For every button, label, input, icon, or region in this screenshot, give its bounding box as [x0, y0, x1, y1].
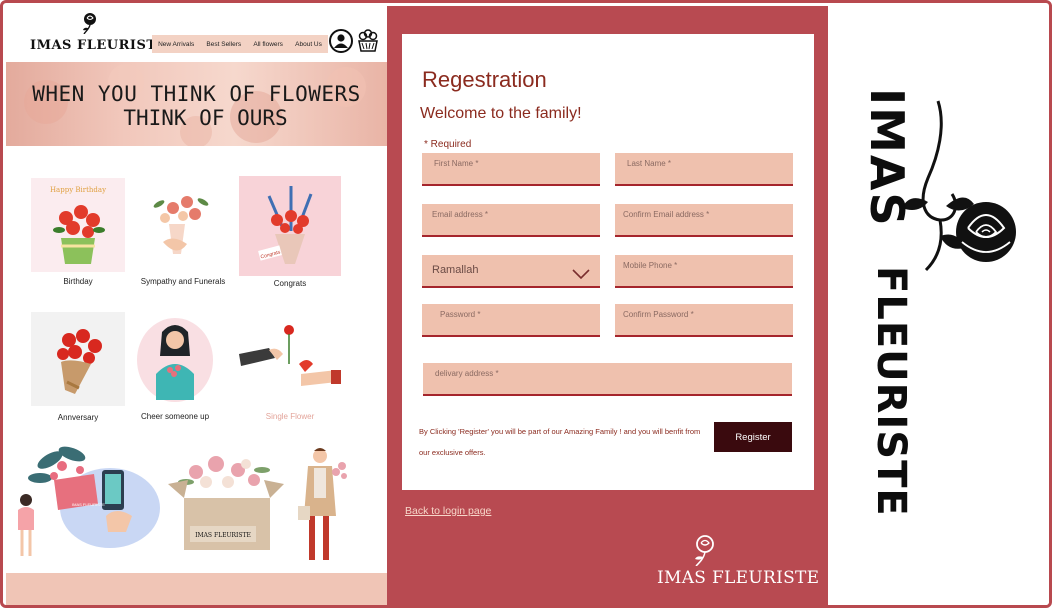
main-menu: New Arrivals Best Sellers All flowers Ab… [152, 35, 328, 53]
mobile-phone-input[interactable] [615, 258, 793, 289]
brand-logo[interactable]: IMAS FLEURISTE [28, 12, 166, 56]
birthday-card-text: Happy Birthday [50, 186, 106, 194]
city-select-value: Ramallah [432, 263, 479, 276]
mobile-phone-field[interactable] [615, 255, 793, 289]
email-input[interactable] [422, 206, 600, 237]
registration-panel: Regestration Welcome to the family! * Re… [387, 6, 828, 605]
sympathy-bouquet-image [153, 196, 209, 254]
confirm-password-input[interactable] [615, 307, 793, 338]
homepage-preview: IMAS FLEURISTE New Arrivals Best Sellers… [6, 6, 387, 605]
logo-stem-swirl [921, 100, 957, 222]
email-field[interactable] [422, 204, 600, 237]
form-title: Regestration [422, 67, 547, 92]
city-select[interactable]: Ramallah [422, 255, 600, 288]
brand-panel: IMAS FLEURISTE [828, 6, 1049, 605]
required-note: * Required [424, 139, 472, 150]
rose-icon [83, 13, 96, 34]
footer-logo: IMAS FLEURISTE [655, 526, 819, 596]
online-order-illustration: IMAS FLEURISTE [18, 446, 160, 556]
menu-item-about-us[interactable]: About Us [295, 41, 322, 48]
password-field[interactable] [422, 304, 600, 338]
back-to-login-link[interactable]: Back to login page [405, 505, 491, 517]
footer-logo-text: IMAS FLEURISTE [657, 568, 820, 588]
rose-icon [695, 535, 714, 566]
brand-word-imas: IMAS [860, 88, 914, 228]
banner-headline-line1: WHEN YOU THINK OF FLOWERS [32, 82, 361, 106]
top-navbar: IMAS FLEURISTE New Arrivals Best Sellers… [6, 6, 387, 60]
form-subtitle: Welcome to the family! [420, 105, 582, 122]
congrats-bouquet-image: Congrats [239, 176, 341, 276]
first-name-field[interactable] [422, 153, 600, 186]
last-name-field[interactable] [615, 153, 793, 186]
category-cheer-someone-up[interactable]: Cheer someone up [136, 314, 214, 424]
homepage-footer-strip [6, 573, 387, 605]
anniversary-bouquet-image [31, 312, 125, 406]
menu-item-all-flowers[interactable]: All flowers [253, 41, 283, 48]
register-button[interactable]: Register [714, 422, 792, 452]
terms-text: By Clicking 'Register' you will be part … [419, 427, 701, 457]
box-logo-text: IMAS FLEURISTE [195, 532, 251, 539]
category-single-flower[interactable]: Single Flower [239, 324, 341, 424]
first-name-input[interactable] [422, 155, 600, 186]
category-anniversary[interactable]: Annversary [31, 312, 125, 424]
confirm-email-input[interactable] [615, 206, 793, 237]
brand-logo-text: IMAS FLEURISTE [30, 38, 167, 53]
banner-headline-line2: THINK OF OURS [123, 106, 288, 130]
category-sympathy-funerals[interactable]: Sympathy and Funerals [141, 184, 225, 288]
delivery-address-field[interactable] [423, 363, 792, 396]
rose-icon [956, 202, 1016, 262]
user-account-icon[interactable] [329, 29, 353, 53]
hero-banner: WHEN YOU THINK OF FLOWERS THINK OF OURS [6, 62, 387, 146]
birthday-bouquet-image: Happy Birthday [31, 178, 125, 272]
man-with-flowers-illustration [298, 448, 347, 560]
category-label-single-flower: Single Flower [265, 412, 315, 421]
category-label-cheer-up: Cheer someone up [140, 412, 210, 421]
registration-form-card: Regestration Welcome to the family! * Re… [402, 34, 814, 490]
app-frame: IMAS FLEURISTE New Arrivals Best Sellers… [0, 0, 1052, 608]
category-label-congrats: Congrats [273, 279, 307, 288]
brand-word-fleuriste: FLEURISTE [868, 266, 914, 517]
confirm-password-field[interactable] [615, 304, 793, 338]
delivery-address-input[interactable] [423, 364, 792, 395]
menu-item-new-arrivals[interactable]: New Arrivals [158, 41, 194, 48]
flower-basket-icon[interactable] [357, 29, 379, 53]
chevron-down-icon [572, 268, 590, 279]
single-flower-hands-image [239, 325, 341, 386]
menu-item-best-sellers[interactable]: Best Sellers [206, 41, 241, 48]
phone-badge-text: IMAS FLEURISTE [72, 502, 105, 507]
last-name-input[interactable] [615, 155, 793, 186]
category-congrats[interactable]: Congrats Congrats [239, 176, 341, 290]
flower-box-illustration: IMAS FLEURISTE [168, 456, 284, 550]
cheer-up-woman-image [137, 318, 213, 402]
confirm-email-field[interactable] [615, 204, 793, 237]
password-input[interactable] [422, 307, 600, 338]
category-birthday[interactable]: Happy Birthday Birthday [31, 178, 125, 290]
